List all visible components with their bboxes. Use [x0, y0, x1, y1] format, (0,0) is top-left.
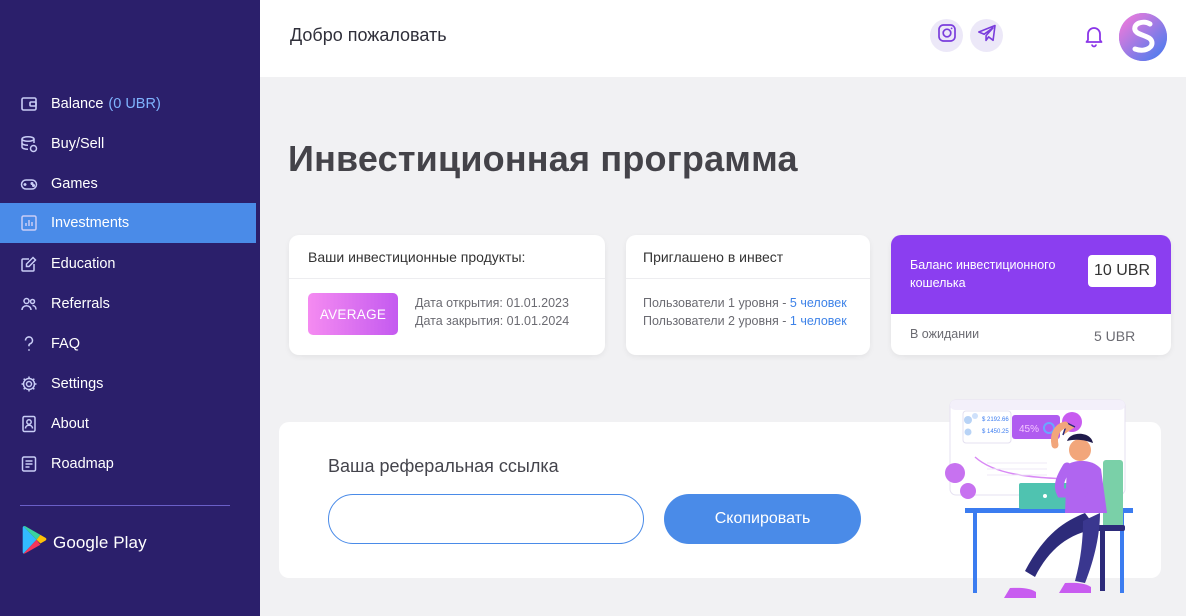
telegram-icon	[977, 23, 997, 48]
investment-illustration: $ 2192.66 $ 1450.25 45%	[915, 395, 1165, 616]
welcome-text: Добро пожаловать	[290, 25, 447, 45]
invited-card: Приглашено в инвест Пользователи 1 уровн…	[626, 235, 870, 355]
sidebar-item-balance[interactable]: Balance (0 UBR)	[0, 84, 256, 124]
list-doc-icon	[20, 455, 38, 473]
sidebar-item-settings[interactable]: Settings	[0, 364, 256, 404]
sidebar-item-faq[interactable]: FAQ	[0, 324, 256, 364]
bar-chart-icon	[20, 214, 38, 232]
stat1-text: $ 2192.66	[982, 417, 1009, 423]
sidebar-item-label: Referrals	[51, 296, 110, 312]
invited-card-title: Приглашено в инвест	[643, 249, 784, 265]
balance-value: (0 UBR)	[108, 96, 161, 112]
sidebar-item-label: FAQ	[51, 336, 81, 352]
page-title: Инвестиционная программа	[288, 138, 798, 179]
wallet-amount: 10 UBR	[1088, 255, 1156, 287]
sidebar-item-label: Roadmap	[51, 456, 114, 472]
sidebar-item-buy-sell[interactable]: Buy/Sell	[0, 124, 256, 164]
level2-row: Пользователи 2 уровня - 1 человек	[643, 314, 847, 328]
coins-icon	[20, 135, 38, 153]
instagram-icon	[937, 23, 957, 48]
level1-label: Пользователи 1 уровня -	[643, 296, 790, 310]
bell-icon[interactable]	[1082, 24, 1106, 48]
pending-amount: 5 UBR	[1094, 328, 1136, 344]
level1-row: Пользователи 1 уровня - 5 человек	[643, 296, 847, 310]
sidebar-item-label: Investments	[51, 215, 130, 231]
pending-label: В ожидании	[910, 327, 980, 341]
sidebar-item-label: Games	[51, 176, 98, 192]
products-card: Ваши инвестиционные продукты: AVERAGE Да…	[289, 235, 605, 355]
users-icon	[20, 295, 38, 313]
open-date: Дата открытия: 01.01.2023	[415, 296, 569, 310]
level1-count-link[interactable]: 5 человек	[790, 296, 847, 310]
telegram-button[interactable]	[970, 19, 1003, 52]
card-divider	[289, 278, 605, 279]
close-date: Дата закрытия: 01.01.2024	[415, 314, 570, 328]
wallet-label: Баланс инвестиционного кошелька	[910, 258, 1056, 290]
sidebar-item-education[interactable]: Education	[0, 244, 256, 284]
avatar[interactable]	[1119, 13, 1167, 61]
sidebar-item-label: Buy/Sell	[51, 136, 105, 152]
level2-label: Пользователи 2 уровня -	[643, 314, 790, 328]
referral-link-input[interactable]	[328, 494, 644, 544]
level2-count-link[interactable]: 1 человек	[790, 314, 847, 328]
google-play-icon	[22, 525, 48, 560]
sidebar-item-about[interactable]: About	[0, 404, 256, 444]
copy-button[interactable]: Скопировать	[664, 494, 861, 544]
top-header: Добро пожаловать	[260, 0, 1186, 77]
gear-icon	[20, 375, 38, 393]
sidebar-item-investments[interactable]: Investments	[0, 203, 256, 243]
google-play-link[interactable]: Google Play	[22, 525, 147, 560]
question-icon	[20, 335, 38, 353]
sidebar-item-games[interactable]: Games	[0, 164, 256, 204]
product-badge[interactable]: AVERAGE	[308, 293, 398, 335]
google-play-label: Google Play	[53, 532, 147, 552]
stat2-text: $ 1450.25	[982, 429, 1009, 435]
sidebar-item-label: Education	[51, 256, 116, 272]
card-divider	[626, 278, 870, 279]
gamepad-icon	[20, 175, 38, 193]
sidebar-item-label: Balance	[51, 96, 104, 112]
sidebar-divider	[20, 505, 230, 506]
sidebar-item-label: Settings	[51, 376, 104, 392]
referral-title: Ваша реферальная ссылка	[328, 456, 559, 476]
products-card-title: Ваши инвестиционные продукты:	[308, 249, 526, 265]
wallet-card: Баланс инвестиционного кошелька 10 UBR В…	[891, 235, 1171, 355]
sidebar-item-referrals[interactable]: Referrals	[0, 284, 256, 324]
sidebar: Balance (0 UBR) Buy/Sell Games Investmen…	[0, 0, 260, 616]
wallet-icon	[20, 95, 38, 113]
percent-text: 45%	[1019, 424, 1039, 435]
sidebar-item-label: About	[51, 416, 89, 432]
instagram-button[interactable]	[930, 19, 963, 52]
profile-doc-icon	[20, 415, 38, 433]
wallet-header: Баланс инвестиционного кошелька 10 UBR	[891, 235, 1171, 314]
edit-icon	[20, 255, 38, 273]
sidebar-item-roadmap[interactable]: Roadmap	[0, 444, 256, 484]
